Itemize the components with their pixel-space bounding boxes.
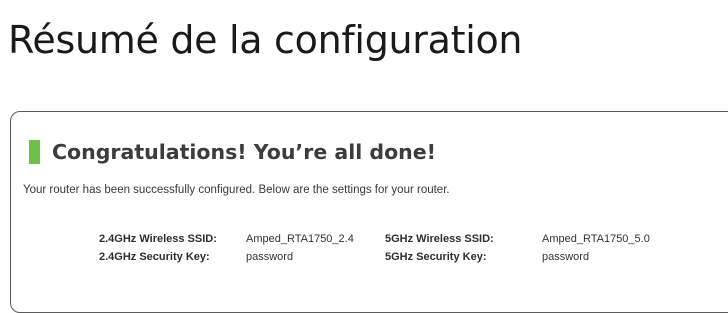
panel-title: Congratulations! You’re all done! <box>52 140 436 164</box>
description-text: Your router has been successfully config… <box>23 184 450 196</box>
ssid-5-label: 5GHz Wireless SSID: <box>385 233 494 245</box>
key-24-value: password <box>246 251 294 263</box>
key-5-label: 5GHz Security Key: <box>385 251 487 263</box>
page-title: Résumé de la configuration <box>8 18 523 62</box>
ssid-5-value: Amped_RTA1750_5.0 <box>542 233 650 245</box>
key-5-value: password <box>542 251 590 263</box>
accent-bar <box>29 140 40 164</box>
panel-header: Congratulations! You’re all done! <box>29 139 436 165</box>
key-24-label: 2.4GHz Security Key: <box>99 251 210 263</box>
ssid-24-label: 2.4GHz Wireless SSID: <box>99 233 217 245</box>
ssid-24-value: Amped_RTA1750_2.4 <box>246 233 354 245</box>
